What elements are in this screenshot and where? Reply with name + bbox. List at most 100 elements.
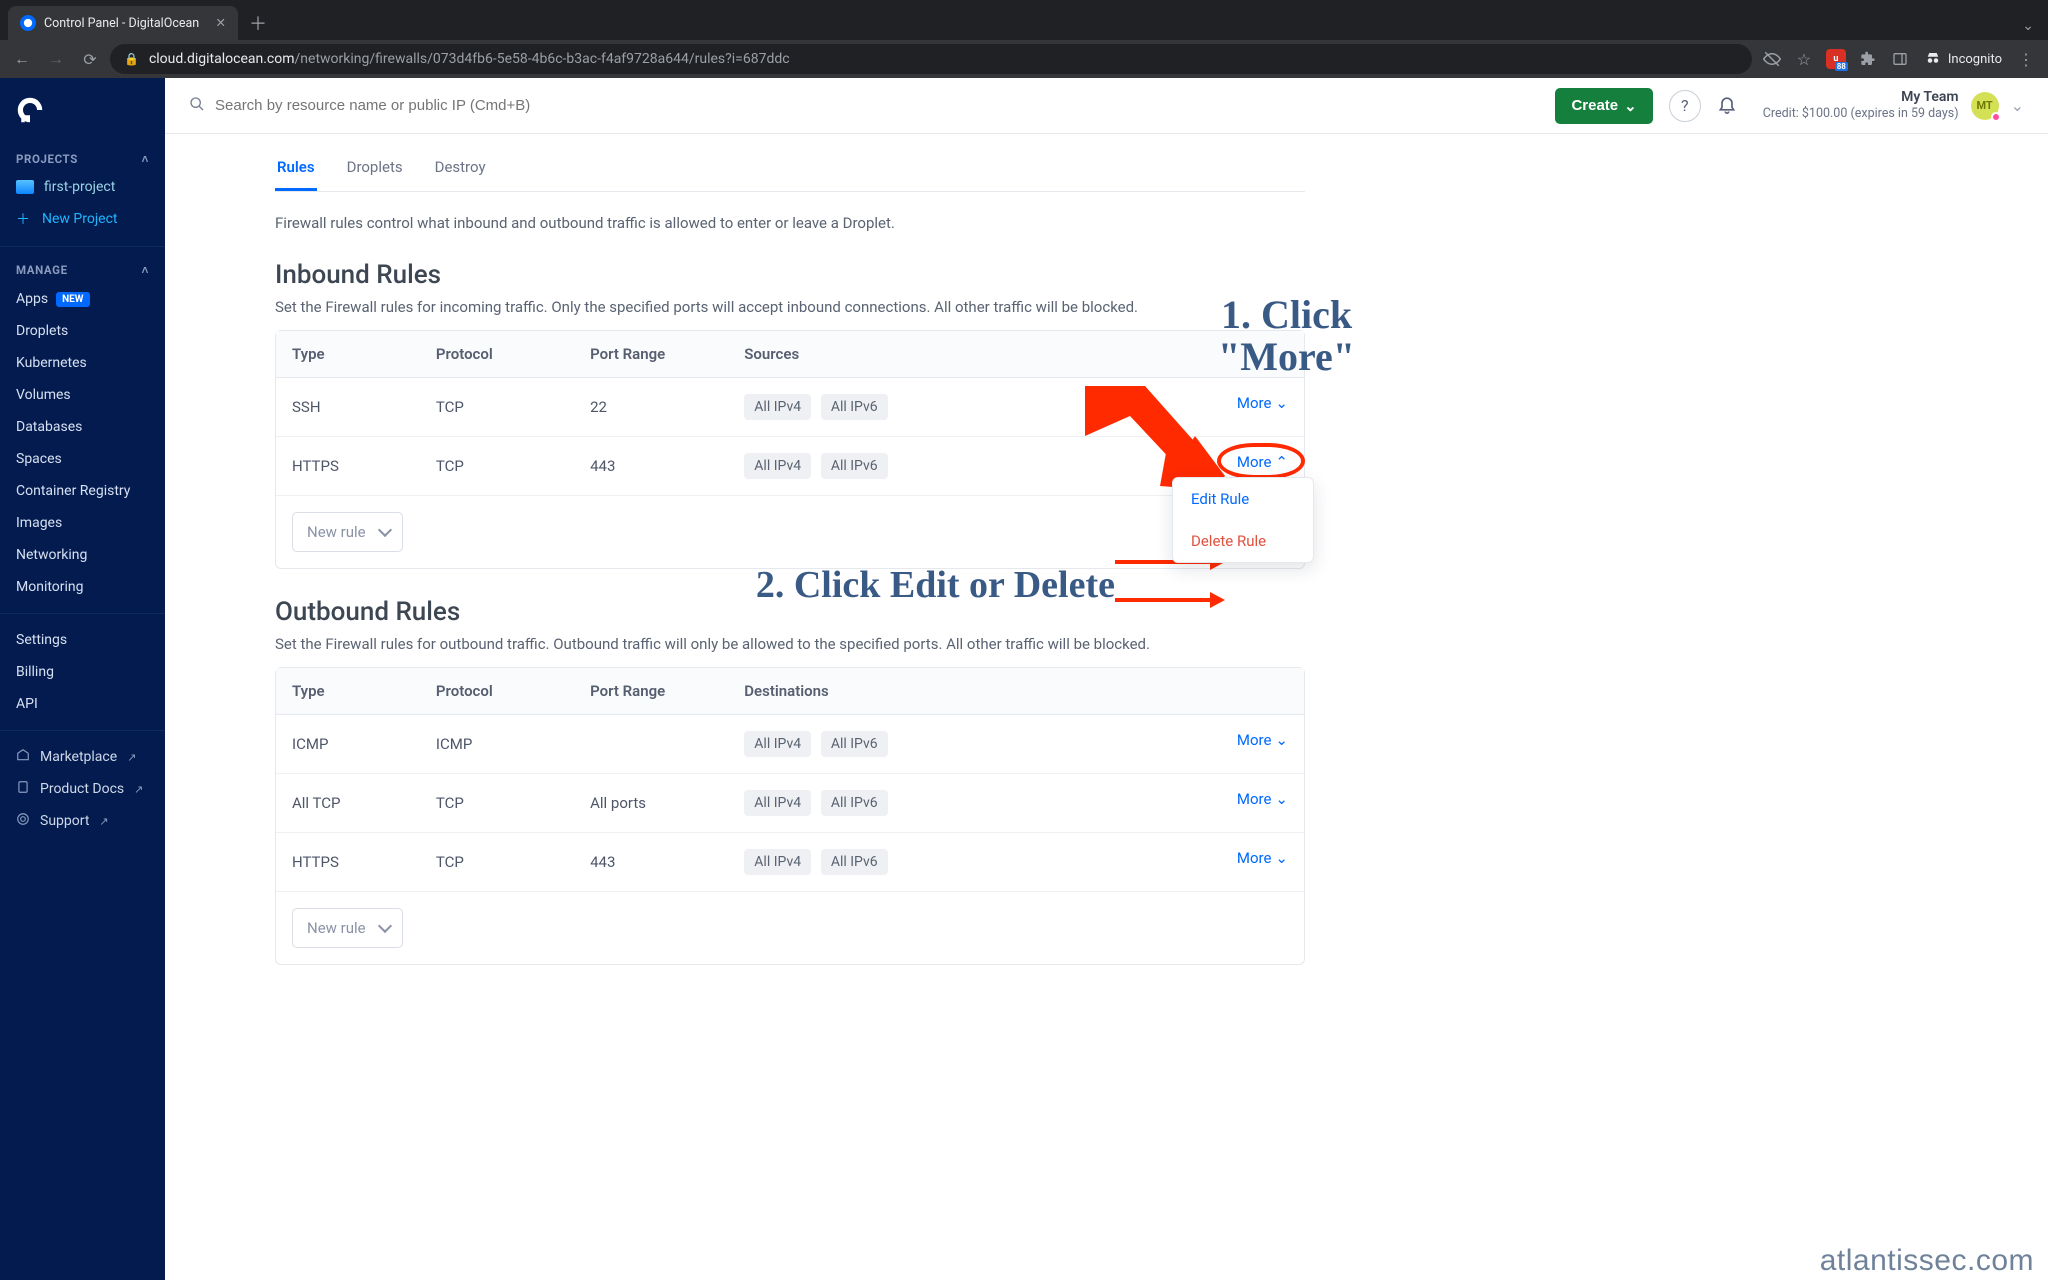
chevron-down-icon: ⌄ bbox=[1275, 394, 1288, 412]
sidebar-item-marketplace[interactable]: Marketplace ↗ bbox=[0, 741, 165, 773]
lifebuoy-icon bbox=[16, 812, 30, 830]
chevron-down-icon: ⌄ bbox=[2011, 96, 2024, 115]
help-button[interactable]: ? bbox=[1669, 90, 1701, 122]
sidebar-item-settings[interactable]: Settings bbox=[0, 624, 165, 656]
more-button-open[interactable]: More ⌃ bbox=[1237, 453, 1288, 471]
more-button[interactable]: More ⌄ bbox=[1237, 394, 1288, 412]
more-button[interactable]: More ⌄ bbox=[1237, 849, 1288, 867]
watermark: atlantissec.com bbox=[1820, 1244, 2034, 1278]
tab-overflow-icon[interactable]: ⌄ bbox=[2022, 18, 2048, 40]
source-tag[interactable]: All IPv6 bbox=[821, 453, 888, 479]
incognito-indicator[interactable]: Incognito bbox=[1918, 50, 2008, 68]
chevron-up-icon: ˄ bbox=[142, 263, 149, 277]
sidebar-item-networking[interactable]: Networking bbox=[0, 539, 165, 571]
project-icon bbox=[16, 180, 34, 194]
sidebar-item-api[interactable]: API bbox=[0, 688, 165, 720]
destination-tag[interactable]: All IPv4 bbox=[744, 731, 811, 757]
tab-destroy[interactable]: Destroy bbox=[433, 146, 488, 191]
tab-droplets[interactable]: Droplets bbox=[345, 146, 405, 191]
new-tab-button[interactable]: ＋ bbox=[244, 9, 272, 37]
sidebar-item-droplets[interactable]: Droplets bbox=[0, 315, 165, 347]
destination-tag[interactable]: All IPv6 bbox=[821, 849, 888, 875]
destination-tag[interactable]: All IPv4 bbox=[744, 849, 811, 875]
more-button[interactable]: More ⌄ bbox=[1237, 731, 1288, 749]
docs-icon bbox=[16, 780, 30, 798]
sidebar-item-kubernetes[interactable]: Kubernetes bbox=[0, 347, 165, 379]
bookmark-star-icon[interactable]: ☆ bbox=[1790, 45, 1818, 73]
create-button[interactable]: Create ⌄ bbox=[1555, 88, 1652, 124]
nav-forward-button[interactable]: → bbox=[42, 45, 70, 73]
col-protocol: Protocol bbox=[420, 668, 574, 715]
browser-tab[interactable]: Control Panel - DigitalOcean ✕ bbox=[8, 6, 238, 40]
col-type: Type bbox=[276, 668, 420, 715]
chevron-down-icon: ⌄ bbox=[1624, 97, 1637, 115]
page-tabs: Rules Droplets Destroy bbox=[275, 146, 1305, 192]
sidebar-item-spaces[interactable]: Spaces bbox=[0, 443, 165, 475]
source-tag[interactable]: All IPv4 bbox=[744, 394, 811, 420]
divider bbox=[0, 730, 165, 731]
address-bar[interactable]: 🔒 cloud.digitalocean.com/networking/fire… bbox=[110, 44, 1752, 74]
tab-favicon bbox=[20, 15, 36, 31]
delete-rule-action[interactable]: Delete Rule bbox=[1173, 520, 1313, 562]
market-icon bbox=[16, 748, 30, 766]
tab-rules[interactable]: Rules bbox=[275, 146, 317, 191]
url-path: /networking/firewalls/073d4fb6-5e58-4b6c… bbox=[295, 51, 790, 67]
sidebar-item-support[interactable]: Support ↗ bbox=[0, 805, 165, 837]
sidebar-item-product-docs[interactable]: Product Docs ↗ bbox=[0, 773, 165, 805]
more-button[interactable]: More ⌄ bbox=[1237, 790, 1288, 808]
destination-tag[interactable]: All IPv4 bbox=[744, 790, 811, 816]
sidebar-projects-heading[interactable]: PROJECTS ˄ bbox=[0, 146, 165, 172]
outbound-subtext: Set the Firewall rules for outbound traf… bbox=[275, 635, 1305, 653]
chevron-down-icon: ⌄ bbox=[1275, 790, 1288, 808]
source-tag[interactable]: All IPv6 bbox=[821, 394, 888, 420]
col-type: Type bbox=[276, 331, 420, 378]
col-protocol: Protocol bbox=[420, 331, 574, 378]
col-port-range: Port Range bbox=[574, 331, 728, 378]
extensions-puzzle-icon[interactable] bbox=[1854, 45, 1882, 73]
sidebar-item-databases[interactable]: Databases bbox=[0, 411, 165, 443]
chevron-down-icon: ⌄ bbox=[1275, 849, 1288, 867]
chevron-up-icon: ˄ bbox=[142, 152, 149, 166]
inbound-rule-row: SSH TCP 22 All IPv4 All IPv6 More ⌄ bbox=[276, 378, 1304, 437]
new-project-button[interactable]: ＋ New Project bbox=[0, 202, 165, 236]
destination-tag[interactable]: All IPv6 bbox=[821, 790, 888, 816]
outbound-rule-row: ICMP ICMP All IPv4 All IPv6 More ⌄ bbox=[276, 715, 1304, 774]
plus-icon: ＋ bbox=[16, 209, 30, 229]
search-icon bbox=[189, 96, 205, 116]
destination-tag[interactable]: All IPv6 bbox=[821, 731, 888, 757]
divider bbox=[0, 613, 165, 614]
eye-off-icon[interactable] bbox=[1758, 45, 1786, 73]
sidebar-item-monitoring[interactable]: Monitoring bbox=[0, 571, 165, 603]
new-rule-select[interactable]: New rule bbox=[292, 512, 403, 552]
bell-icon bbox=[1717, 94, 1737, 114]
nav-reload-button[interactable]: ⟳ bbox=[76, 45, 104, 73]
source-tag[interactable]: All IPv4 bbox=[744, 453, 811, 479]
edit-rule-action[interactable]: Edit Rule bbox=[1173, 478, 1313, 520]
url-host: cloud.digitalocean.com bbox=[149, 51, 295, 67]
sidebar-project-item[interactable]: first-project bbox=[0, 172, 165, 202]
topbar: Create ⌄ ? My Team Credit: $100.00 (expi… bbox=[165, 78, 2048, 134]
chevron-up-icon: ⌃ bbox=[1275, 453, 1288, 471]
sidebar-item-container-registry[interactable]: Container Registry bbox=[0, 475, 165, 507]
outbound-heading: Outbound Rules bbox=[275, 597, 1305, 627]
extension-ublock-icon[interactable]: u88 bbox=[1822, 45, 1850, 73]
sidebar-manage-heading[interactable]: MANAGE ˄ bbox=[0, 257, 165, 283]
sidebar-item-apps[interactable]: Apps NEW bbox=[0, 283, 165, 315]
tab-close-icon[interactable]: ✕ bbox=[216, 15, 226, 31]
account-switcher[interactable]: My Team Credit: $100.00 (expires in 59 d… bbox=[1763, 89, 2024, 122]
browser-menu-icon[interactable]: ⋮ bbox=[2012, 45, 2040, 73]
external-link-icon: ↗ bbox=[99, 815, 108, 828]
new-rule-row: New rule bbox=[276, 496, 1304, 568]
new-rule-select[interactable]: New rule bbox=[292, 908, 403, 948]
side-panel-icon[interactable] bbox=[1886, 45, 1914, 73]
nav-back-button[interactable]: ← bbox=[8, 45, 36, 73]
search-input[interactable] bbox=[215, 97, 635, 114]
sidebar-item-volumes[interactable]: Volumes bbox=[0, 379, 165, 411]
divider bbox=[0, 246, 165, 247]
sidebar-item-billing[interactable]: Billing bbox=[0, 656, 165, 688]
sidebar-item-images[interactable]: Images bbox=[0, 507, 165, 539]
chevron-down-icon: ⌄ bbox=[1275, 731, 1288, 749]
logo[interactable] bbox=[0, 92, 165, 146]
notifications-button[interactable] bbox=[1717, 94, 1737, 118]
inbound-subtext: Set the Firewall rules for incoming traf… bbox=[275, 298, 1305, 316]
